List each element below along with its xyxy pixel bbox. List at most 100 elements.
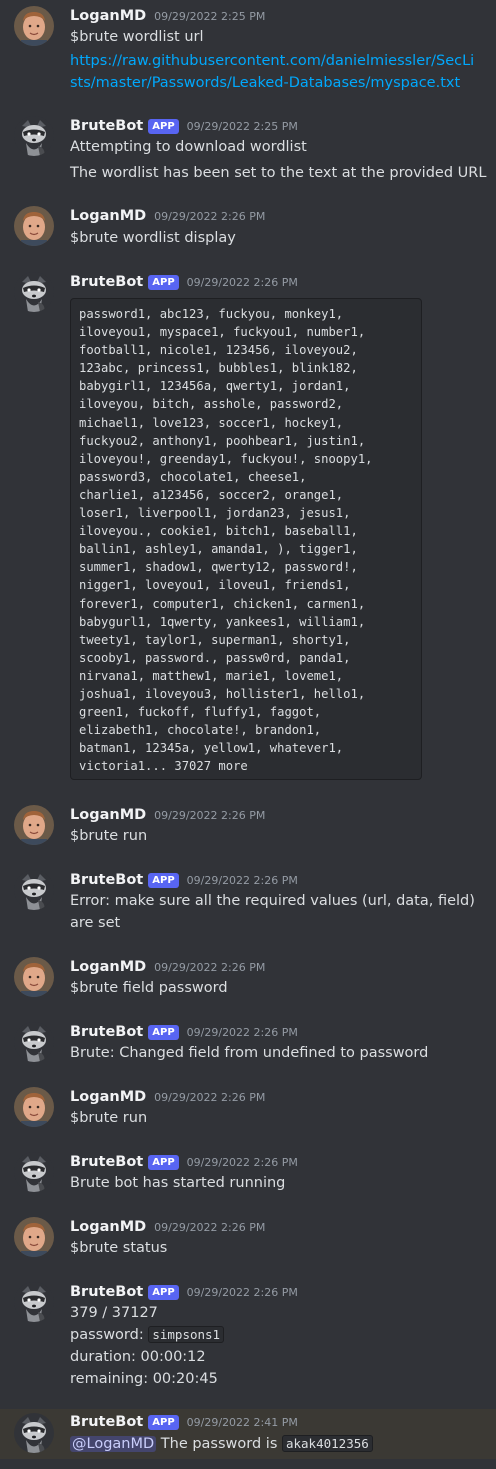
code-line: babygirl1, 123456a, qwerty1, jordan1, — [79, 379, 351, 394]
highlighted-message: BruteBot APP 09/29/2022 2:41 PM @LoganMD… — [0, 1409, 496, 1459]
status-progress: 379 / 37127 — [70, 1305, 158, 1321]
timestamp: 09/29/2022 2:26 PM — [154, 1090, 266, 1104]
code-line: password1, abc123, fuckyou, monkey1, — [79, 307, 344, 321]
code-block: password1, abc123, fuckyou, monkey1, ilo… — [70, 298, 422, 780]
message-header: LoganMD 09/29/2022 2:26 PM — [70, 1217, 265, 1237]
message-text: are set — [70, 915, 121, 931]
username[interactable]: BruteBot — [70, 118, 143, 134]
message-text: @LoganMD The password is akak4012356 — [70, 1433, 373, 1455]
user-avatar[interactable] — [14, 6, 54, 46]
code-line: password3, chocolate1, cheese1, — [79, 469, 307, 484]
message-text: $brute field password — [70, 980, 228, 996]
app-badge: APP — [148, 1024, 179, 1040]
code-line: michael1, love123, soccer1, hockey1, — [79, 415, 344, 430]
message-text: Attempting to download wordlist — [70, 139, 307, 155]
message-header: BruteBot APP 09/29/2022 2:26 PM — [70, 1282, 298, 1302]
code-line: victoria1... 37027 more — [79, 759, 248, 774]
message-text: $brute run — [70, 1110, 148, 1126]
code-line: batman1, 12345a, yellow1, whatever1, — [79, 741, 344, 756]
code-line: loser1, liverpool1, jordan23, jesus1, — [79, 506, 351, 521]
bot-avatar[interactable] — [14, 1152, 54, 1192]
message-header: LoganMD 09/29/2022 2:26 PM — [70, 957, 265, 977]
username[interactable]: LoganMD — [70, 807, 146, 823]
code-line: tweety1, taylor1, superman1, shorty1, — [79, 632, 351, 647]
app-badge: APP — [148, 118, 179, 134]
timestamp: 09/29/2022 2:26 PM — [186, 275, 298, 289]
timestamp: 09/29/2022 2:25 PM — [154, 9, 266, 23]
user-mention[interactable]: @LoganMD — [70, 1436, 157, 1452]
code-line: forever1, computer1, chicken1, carmen1, — [79, 596, 366, 611]
code-line: 123abc, princess1, bubbles1, blink182, — [79, 361, 358, 376]
status-password-label: password: — [70, 1327, 144, 1343]
message-text-content: The password is — [160, 1436, 278, 1452]
user-avatar[interactable] — [14, 1087, 54, 1127]
app-badge: APP — [148, 1284, 179, 1300]
timestamp: 09/29/2022 2:26 PM — [186, 1155, 298, 1169]
message-header: LoganMD 09/29/2022 2:26 PM — [70, 206, 265, 226]
username[interactable]: BruteBot — [70, 872, 143, 888]
code-line: iloveyou, bitch, asshole, password2, — [79, 397, 344, 412]
code-line: elizabeth1, chocolate!, brandon1, — [79, 723, 322, 738]
message-header: LoganMD 09/29/2022 2:26 PM — [70, 1087, 265, 1107]
code-line: iloveyou!, greenday1, fuckyou!, snoopy1, — [79, 451, 373, 466]
username[interactable]: LoganMD — [70, 1089, 146, 1105]
inline-code: akak4012356 — [281, 1435, 373, 1452]
bot-avatar[interactable] — [14, 272, 54, 312]
app-badge: APP — [148, 1154, 179, 1170]
code-line: football1, nicole1, 123456, iloveyou2, — [79, 343, 358, 358]
app-badge: APP — [148, 274, 179, 290]
message-text: $brute wordlist url — [70, 29, 204, 45]
code-line: babygurl1, 1qwerty, yankees1, william1, — [79, 614, 366, 629]
user-avatar[interactable] — [14, 206, 54, 246]
message-header: BruteBot APP 09/29/2022 2:26 PM — [70, 272, 298, 292]
username[interactable]: BruteBot — [70, 1284, 143, 1300]
inline-code: simpsons1 — [148, 1326, 225, 1343]
timestamp: 09/29/2022 2:26 PM — [186, 1025, 298, 1039]
username[interactable]: BruteBot — [70, 1414, 143, 1430]
code-line: ballin1, ashley1, amanda1, ), tigger1, — [79, 542, 358, 557]
message-link[interactable]: sts/master/Passwords/Leaked-Databases/my… — [70, 72, 460, 94]
status-duration: duration: 00:00:12 — [70, 1349, 206, 1365]
app-badge: APP — [148, 1414, 179, 1430]
timestamp: 09/29/2022 2:26 PM — [186, 873, 298, 887]
code-line: green1, fuckoff, fluffy1, faggot, — [79, 705, 322, 720]
message-header: LoganMD 09/29/2022 2:26 PM — [70, 805, 265, 825]
code-line: iloveyou1, myspace1, fuckyou1, number1, — [79, 325, 366, 340]
username[interactable]: BruteBot — [70, 274, 143, 290]
message-text: Brute: Changed field from undefined to p… — [70, 1045, 429, 1061]
username[interactable]: LoganMD — [70, 1219, 146, 1235]
message-link[interactable]: https://raw.githubusercontent.com/daniel… — [70, 50, 474, 72]
bot-avatar[interactable] — [14, 870, 54, 910]
username[interactable]: LoganMD — [70, 959, 146, 975]
username[interactable]: LoganMD — [70, 8, 146, 24]
code-line: nigger1, loveyou1, iloveu1, friends1, — [79, 578, 351, 593]
code-line: fuckyou2, anthony1, poohbear1, justin1, — [79, 433, 366, 448]
message-header: BruteBot APP 09/29/2022 2:25 PM — [70, 116, 298, 136]
bot-avatar[interactable] — [14, 1413, 54, 1453]
message-header: BruteBot APP 09/29/2022 2:26 PM — [70, 870, 298, 890]
timestamp: 09/29/2022 2:41 PM — [186, 1415, 298, 1429]
user-avatar[interactable] — [14, 957, 54, 997]
username[interactable]: LoganMD — [70, 208, 146, 224]
message-text: Brute bot has started running — [70, 1175, 286, 1191]
timestamp: 09/29/2022 2:26 PM — [154, 808, 266, 822]
status-password: password: simpsons1 — [70, 1324, 225, 1346]
bot-avatar[interactable] — [14, 1022, 54, 1062]
code-line: summer1, shadow1, qwerty12, password!, — [79, 560, 358, 575]
message-header: BruteBot APP 09/29/2022 2:26 PM — [70, 1152, 298, 1172]
timestamp: 09/29/2022 2:26 PM — [154, 960, 266, 974]
username[interactable]: BruteBot — [70, 1154, 143, 1170]
message-header: BruteBot APP 09/29/2022 2:41 PM — [70, 1412, 298, 1432]
bot-avatar[interactable] — [14, 1282, 54, 1322]
username[interactable]: BruteBot — [70, 1024, 143, 1040]
user-avatar[interactable] — [14, 1217, 54, 1257]
app-badge: APP — [148, 872, 179, 888]
code-line: scooby1, password., passw0rd, panda1, — [79, 650, 351, 665]
code-line: joshua1, iloveyou3, hollister1, hello1, — [79, 686, 366, 701]
bot-avatar[interactable] — [14, 116, 54, 156]
message-text: Error: make sure all the required values… — [70, 893, 475, 909]
user-avatar[interactable] — [14, 805, 54, 845]
timestamp: 09/29/2022 2:25 PM — [186, 119, 298, 133]
code-line: charlie1, a123456, soccer2, orange1, — [79, 487, 344, 502]
timestamp: 09/29/2022 2:26 PM — [186, 1285, 298, 1299]
